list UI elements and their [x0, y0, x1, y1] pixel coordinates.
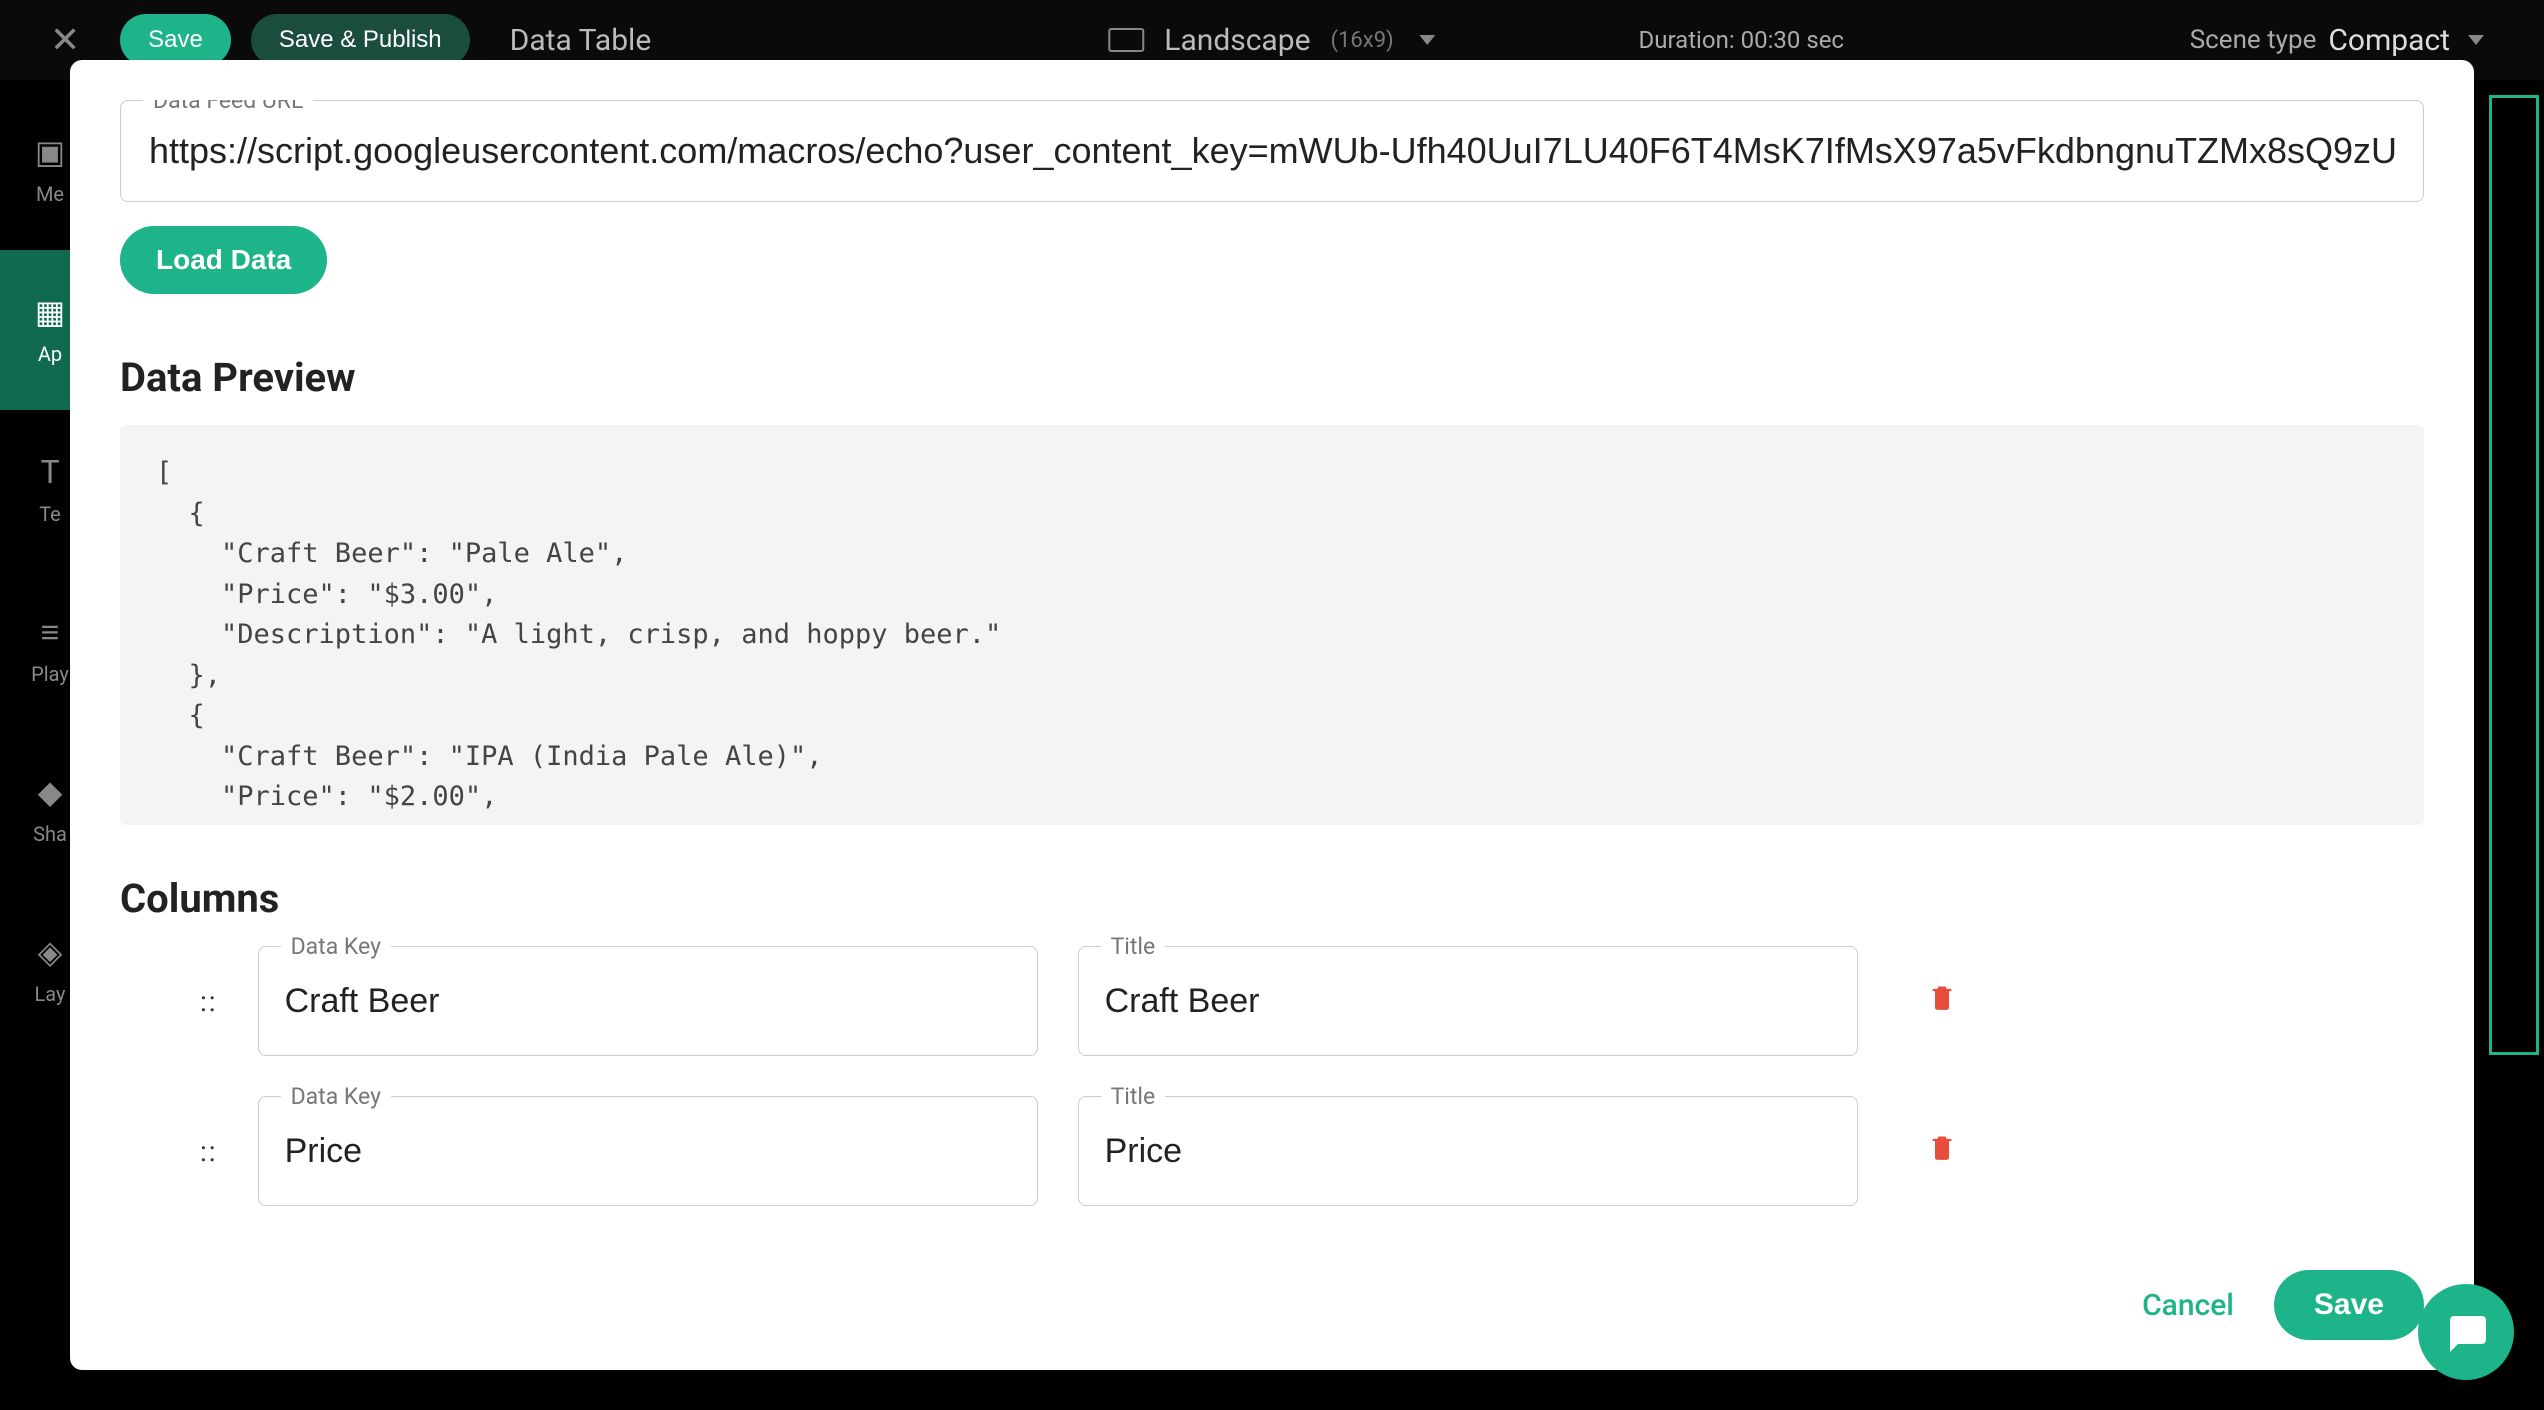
- image-icon: ▣: [32, 134, 68, 170]
- sidebar-item-label: Me: [36, 182, 64, 206]
- columns-list: :: Data Key Title :: Data Key: [120, 946, 2424, 1206]
- drag-handle-icon[interactable]: ::: [200, 985, 218, 1018]
- title-field: Title: [1078, 1096, 1858, 1206]
- aspect-ratio: (16x9): [1331, 28, 1394, 53]
- modal-body: Data Feed URL Load Data Data Preview [ {…: [120, 100, 2424, 1250]
- layers-icon: ◈: [32, 934, 68, 970]
- sidebar-item-label: Ap: [38, 342, 62, 366]
- data-key-label: Data Key: [281, 933, 391, 960]
- chat-icon: [2442, 1308, 2490, 1356]
- scene-type-dropdown[interactable]: Scene type Compact: [2190, 23, 2484, 58]
- chevron-down-icon: [2468, 35, 2484, 45]
- column-row: :: Data Key Title: [120, 1096, 2424, 1206]
- trash-icon[interactable]: [1928, 1131, 1956, 1171]
- grid-icon: ▦: [32, 294, 68, 330]
- text-icon: T: [32, 454, 68, 490]
- data-key-field: Data Key: [258, 946, 1038, 1056]
- data-key-input[interactable]: [285, 1132, 1011, 1171]
- column-row: :: Data Key Title: [120, 946, 2424, 1056]
- sidebar-item-label: Sha: [33, 822, 67, 846]
- sidebar-item-label: Lay: [35, 982, 66, 1006]
- title-label: Title: [1101, 933, 1166, 960]
- title-label: Title: [1101, 1083, 1166, 1110]
- modal-footer: Cancel Save: [120, 1250, 2424, 1340]
- modal-save-button[interactable]: Save: [2274, 1270, 2424, 1340]
- duration-label: Duration: 00:30 sec: [1639, 26, 1845, 54]
- columns-title: Columns: [120, 875, 2424, 922]
- title-input[interactable]: [1105, 1132, 1831, 1171]
- drag-handle-icon[interactable]: ::: [200, 1135, 218, 1168]
- trash-icon[interactable]: [1928, 981, 1956, 1021]
- title-field: Title: [1078, 946, 1858, 1056]
- orientation-group[interactable]: Landscape (16x9): [1108, 23, 1435, 58]
- url-input[interactable]: [149, 130, 2395, 172]
- save-publish-button[interactable]: Save & Publish: [251, 14, 470, 66]
- data-key-input[interactable]: [285, 982, 1011, 1021]
- playlist-icon: ≡: [32, 614, 68, 650]
- url-field-wrapper: Data Feed URL: [120, 100, 2424, 202]
- scene-type-label: Scene type: [2190, 25, 2317, 55]
- chevron-down-icon: [1420, 35, 1436, 45]
- data-preview-box: [ { "Craft Beer": "Pale Ale", "Price": "…: [120, 425, 2424, 825]
- data-key-label: Data Key: [281, 1083, 391, 1110]
- close-icon[interactable]: ✕: [50, 19, 80, 61]
- sidebar-item-label: Play: [31, 662, 69, 686]
- cancel-button[interactable]: Cancel: [2142, 1288, 2234, 1323]
- url-field-label: Data Feed URL: [143, 100, 313, 114]
- data-table-modal: Data Feed URL Load Data Data Preview [ {…: [70, 60, 2474, 1370]
- page-title: Data Table: [510, 23, 652, 58]
- shapes-icon: ◆: [32, 774, 68, 810]
- scene-type-value: Compact: [2328, 23, 2450, 58]
- landscape-icon: [1108, 28, 1144, 52]
- canvas-selection[interactable]: [2489, 95, 2539, 1055]
- chat-fab[interactable]: [2418, 1284, 2514, 1380]
- data-preview-title: Data Preview: [120, 354, 2424, 401]
- save-button[interactable]: Save: [120, 14, 231, 66]
- sidebar-item-label: Te: [39, 502, 61, 526]
- orientation-label: Landscape: [1164, 23, 1310, 58]
- load-data-button[interactable]: Load Data: [120, 226, 327, 294]
- data-key-field: Data Key: [258, 1096, 1038, 1206]
- title-input[interactable]: [1105, 982, 1831, 1021]
